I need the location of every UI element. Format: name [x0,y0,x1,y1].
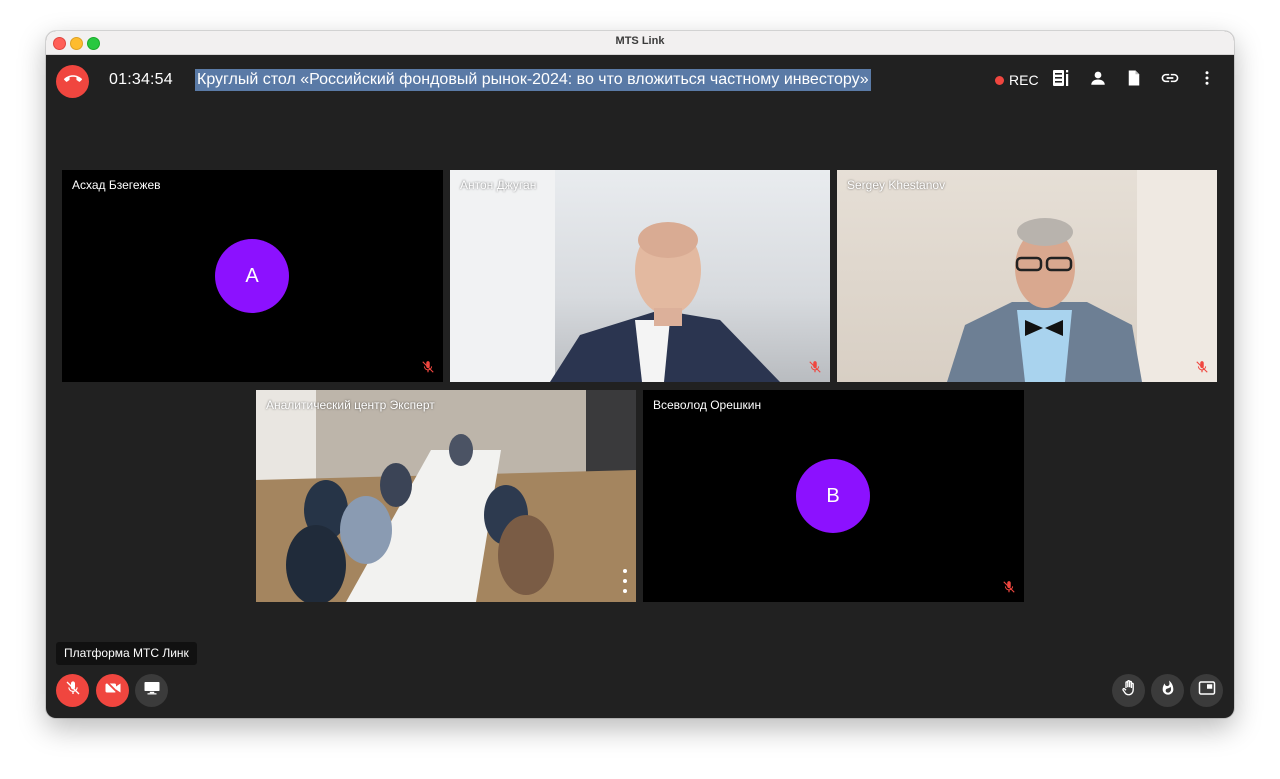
link-icon [1160,68,1180,93]
screen-share-button[interactable] [135,674,168,707]
participant-video-frame [256,390,636,602]
participant-name: Антон Джуган [460,178,537,192]
meeting-toolbar: 01:34:54 Круглый стол «Российский фондов… [46,55,1234,107]
mic-off-icon [65,680,81,701]
recording-label: REC [1009,72,1039,88]
window-titlebar: MTS Link [46,31,1234,55]
raise-hand-button[interactable] [1112,674,1145,707]
mic-muted-icon [1196,361,1208,373]
mic-muted-icon [1003,581,1015,593]
picture-in-picture-button[interactable] [1190,674,1223,707]
more-icon [1198,69,1216,92]
copy-link-button[interactable] [1159,69,1181,91]
camera-off-icon [104,679,122,702]
recording-indicator[interactable]: REC [995,72,1039,88]
mic-muted-icon [809,361,821,373]
hand-icon [1120,679,1138,702]
tile-options-icon[interactable] [622,568,628,594]
reactions-button[interactable] [1151,674,1184,707]
participant-name: Sergey Khestanov [847,178,946,192]
avatar: А [215,239,289,313]
participant-video-frame [947,170,1217,382]
more-menu-button[interactable] [1196,69,1218,91]
participant-tile[interactable]: Асхад Бзегежев А [62,170,443,382]
agenda-button[interactable] [1050,69,1072,91]
meeting-title: Круглый стол «Российский фондовый рынок-… [195,69,871,91]
end-call-button[interactable] [56,65,89,98]
participant-tile[interactable]: Sergey Khestanov [837,170,1217,382]
participant-tile[interactable]: Всеволод Орешкин В [643,390,1024,602]
participant-name: Аналитический центр Эксперт [266,398,435,412]
microphone-toggle-button[interactable] [56,674,89,707]
documents-button[interactable] [1123,69,1145,91]
avatar: В [796,459,870,533]
picture-in-picture-icon [1198,680,1216,701]
mic-muted-icon [422,361,434,373]
screen-share-icon [143,679,161,702]
end-call-icon [63,70,82,93]
participants-button[interactable] [1087,69,1109,91]
participants-icon [1089,69,1107,92]
flame-icon [1160,679,1176,702]
agenda-icon [1051,68,1071,93]
participant-video-frame [450,170,780,382]
platform-tooltip: Платформа МТС Линк [56,642,197,665]
document-icon [1125,69,1143,92]
participant-name: Асхад Бзегежев [72,178,161,192]
participant-tile-active-speaker[interactable]: Аналитический центр Эксперт [256,390,636,602]
window-title: MTS Link [615,35,665,47]
participant-tile[interactable]: Антон Джуган [450,170,830,382]
record-dot-icon [995,75,1004,85]
participant-name: Всеволод Орешкин [653,398,762,412]
app-window: MTS Link 01:34:54 Круглый стол «Российск… [46,31,1234,718]
call-timer: 01:34:54 [109,71,173,88]
camera-toggle-button[interactable] [96,674,129,707]
